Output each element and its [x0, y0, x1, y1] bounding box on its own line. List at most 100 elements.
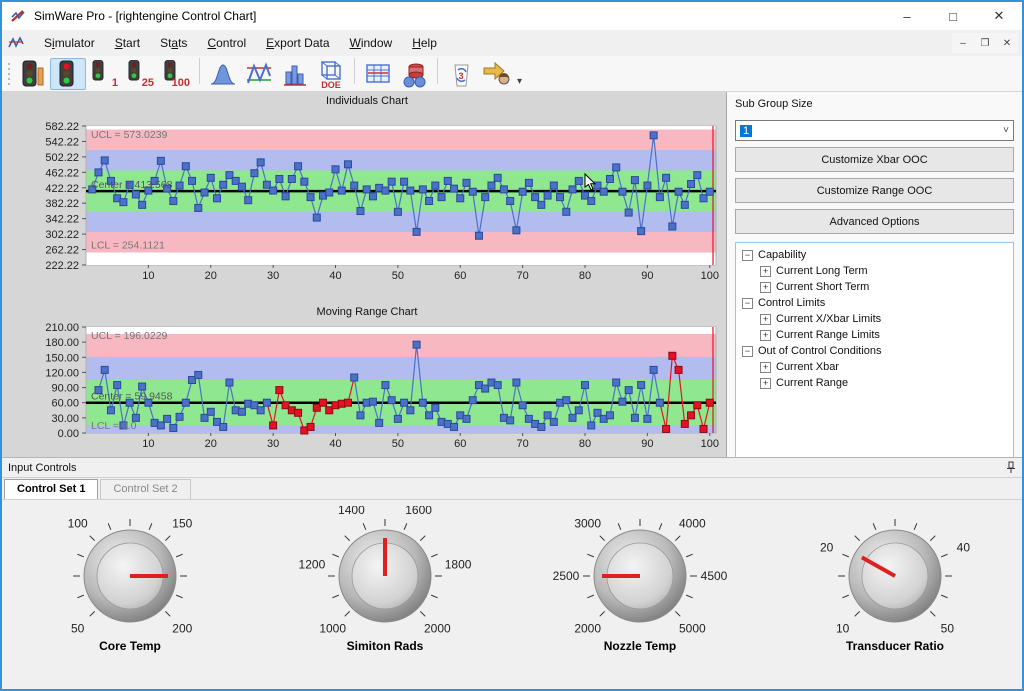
expand-icon[interactable]: + — [760, 314, 771, 325]
doe-cube-icon: DOE — [316, 59, 346, 89]
collapse-icon[interactable]: − — [742, 298, 753, 309]
tree-item[interactable]: −Control Limits — [738, 295, 1011, 311]
customize-xbar-ooc-button[interactable]: Customize Xbar OOC — [735, 147, 1014, 172]
charts-area: Individuals Chart 582.22542.22502.22462.… — [2, 92, 726, 457]
knob-simiton-rads[interactable]: 100012001400160018002000Simiton Rads — [285, 506, 485, 658]
svg-text:3: 3 — [458, 71, 463, 81]
run-continuous-button[interactable] — [50, 58, 86, 90]
capability-chart-button[interactable] — [205, 58, 241, 90]
svg-text:70: 70 — [517, 438, 529, 450]
svg-text:30: 30 — [267, 270, 279, 282]
menu-start[interactable]: Start — [105, 32, 150, 54]
doe-button[interactable]: DOE — [313, 58, 349, 90]
sub-group-size-label: Sub Group Size — [735, 98, 1014, 110]
mdi-close-button[interactable]: ✕ — [996, 33, 1018, 53]
options-tree: −Capability+Current Long Term+Current Sh… — [735, 242, 1014, 460]
svg-text:10: 10 — [835, 621, 849, 635]
data-roller-button[interactable] — [396, 58, 432, 90]
tree-item-label: Capability — [758, 249, 806, 261]
svg-text:90.00: 90.00 — [51, 383, 79, 395]
svg-text:40: 40 — [329, 438, 341, 450]
expand-icon[interactable]: + — [760, 362, 771, 373]
knob-transducer-ratio[interactable]: 1020304050Transducer Ratio — [795, 506, 995, 658]
mdi-minimize-button[interactable]: – — [952, 33, 974, 53]
svg-text:4000: 4000 — [678, 517, 705, 531]
svg-text:50: 50 — [940, 621, 954, 635]
mdi-restore-button[interactable]: ❐ — [974, 33, 996, 53]
knob-nozzle-temp[interactable]: 2000250030003500400045005000Nozzle Temp — [540, 506, 740, 658]
svg-text:210.00: 210.00 — [45, 322, 79, 334]
tree-item[interactable]: +Current X/Xbar Limits — [738, 311, 1011, 327]
expand-icon[interactable]: + — [760, 282, 771, 293]
tree-item[interactable]: + Current Short Term — [738, 279, 1011, 295]
clear-data-button[interactable]: 3 — [443, 58, 479, 90]
run-25-button[interactable]: 25 — [122, 58, 158, 90]
traffic-light-icon — [55, 59, 81, 89]
run-100-button[interactable]: 100 — [158, 58, 194, 90]
main-area: Individuals Chart 582.22542.22502.22462.… — [2, 92, 1022, 457]
svg-text:222.22: 222.22 — [45, 260, 79, 272]
tree-item[interactable]: −Out of Control Conditions — [738, 343, 1011, 359]
svg-text:5000: 5000 — [678, 621, 705, 635]
svg-text:25: 25 — [142, 77, 154, 89]
tree-item-label: Control Limits — [758, 297, 825, 309]
menu-help[interactable]: Help — [402, 32, 447, 54]
sub-group-size-combo[interactable]: 1 ˅ — [735, 120, 1014, 141]
menu-stats[interactable]: Stats — [150, 32, 197, 54]
svg-text:1000: 1000 — [319, 621, 346, 635]
run-1-button[interactable]: 1 — [86, 58, 122, 90]
svg-text:UCL = 573.0239: UCL = 573.0239 — [91, 129, 168, 141]
histogram-button[interactable] — [277, 58, 313, 90]
svg-text:40: 40 — [956, 541, 970, 555]
collapse-icon[interactable]: − — [742, 250, 753, 261]
tree-item[interactable]: + Current Long Term — [738, 263, 1011, 279]
svg-text:200: 200 — [172, 621, 192, 635]
expand-icon[interactable]: + — [760, 266, 771, 277]
minimize-button[interactable]: – — [884, 2, 930, 30]
tree-item-label: Current Range Limits — [776, 329, 880, 341]
export-user-button[interactable] — [479, 58, 515, 90]
svg-text:50: 50 — [392, 270, 404, 282]
knob-cell: 100012001400160018002000Simiton Rads — [257, 506, 512, 689]
menu-simulator[interactable]: Simulator — [34, 32, 105, 54]
svg-text:Center = 59.9458: Center = 59.9458 — [91, 391, 173, 403]
customize-range-ooc-button[interactable]: Customize Range OOC — [735, 178, 1014, 203]
collapse-icon[interactable]: − — [742, 346, 753, 357]
svg-text:20: 20 — [819, 541, 833, 555]
control-chart-button[interactable] — [241, 58, 277, 90]
pin-icon[interactable] — [1006, 461, 1016, 474]
tab-control-set-2[interactable]: Control Set 2 — [100, 479, 190, 499]
data-table-button[interactable] — [360, 58, 396, 90]
advanced-options-button[interactable]: Advanced Options — [735, 209, 1014, 234]
maximize-button[interactable]: □ — [930, 2, 976, 30]
svg-text:40: 40 — [329, 270, 341, 282]
menu-control[interactable]: Control — [197, 32, 256, 54]
tree-item-label: Current Short Term — [776, 281, 869, 293]
expand-icon[interactable]: + — [760, 330, 771, 341]
input-controls-label: Input Controls — [8, 462, 76, 474]
chevron-down-icon[interactable]: ˅ — [1003, 125, 1009, 136]
tree-item[interactable]: +Current Range — [738, 375, 1011, 391]
toolbar-overflow-icon[interactable]: ▾ — [517, 76, 522, 91]
moving-range-chart-panel: Moving Range Chart 210.00180.00150.00120… — [10, 305, 724, 464]
svg-text:70: 70 — [517, 270, 529, 282]
svg-text:3000: 3000 — [574, 517, 601, 531]
traffic-light-small-icon: 25 — [125, 59, 155, 89]
individuals-chart-title: Individuals Chart — [10, 94, 724, 108]
run-step-button[interactable] — [14, 58, 50, 90]
expand-icon[interactable]: + — [760, 378, 771, 389]
knob-core-temp[interactable]: 50100150200Core Temp — [30, 506, 230, 658]
menu-export-data[interactable]: Export Data — [256, 32, 339, 54]
tab-control-set-1[interactable]: Control Set 1 — [4, 479, 98, 499]
svg-text:100: 100 — [172, 77, 190, 89]
svg-text:100: 100 — [701, 270, 719, 282]
tree-item[interactable]: + Current Range Limits — [738, 327, 1011, 343]
tree-item[interactable]: +Current Xbar — [738, 359, 1011, 375]
title-bar: SimWare Pro - [rightengine Control Chart… — [2, 2, 1022, 30]
toolbar-grip[interactable] — [6, 61, 11, 87]
traffic-light-bar-icon — [18, 59, 46, 89]
close-button[interactable]: ✕ — [976, 2, 1022, 30]
tree-item[interactable]: −Capability — [738, 247, 1011, 263]
tree-item-label: Current Long Term — [776, 265, 868, 277]
menu-window[interactable]: Window — [340, 32, 403, 54]
